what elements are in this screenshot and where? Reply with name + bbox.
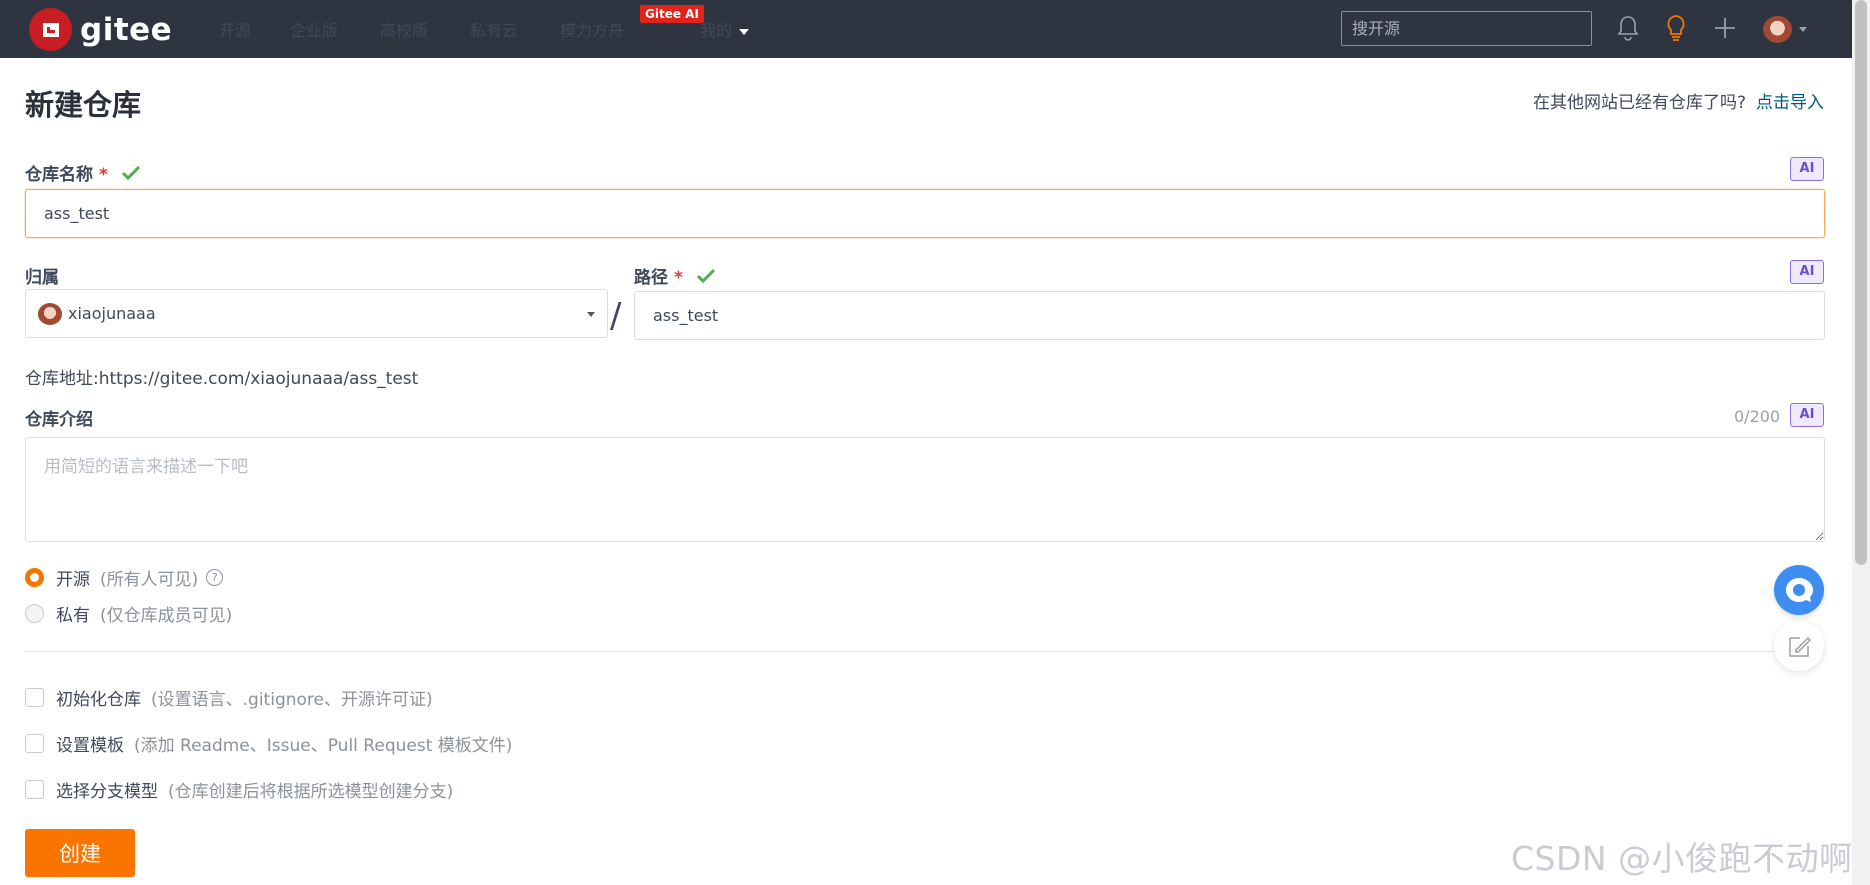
search-input[interactable] (1341, 11, 1592, 46)
owner-name: xiaojunaaa (68, 304, 156, 323)
watermark: CSDN @小俊跑不动啊 (1511, 839, 1853, 878)
gitee-ai-badge: Gitee AI (640, 5, 704, 23)
visibility-hint-private: (仅仓库成员可见) (100, 606, 233, 626)
visibility-hint-public: (所有人可见) (100, 570, 199, 590)
path-separator: / (610, 296, 622, 336)
import-link[interactable]: 点击导入 (1756, 93, 1824, 113)
option-label-branch-model: 选择分支模型 (56, 782, 158, 802)
bell-icon[interactable] (1617, 14, 1639, 46)
option-hint-branch-model: (仓库创建后将根据所选模型创建分支) (168, 782, 454, 802)
nav-item-open-source[interactable]: 开源 (219, 17, 251, 41)
valid-check-icon (696, 268, 715, 288)
nav-item-mine[interactable]: 我的 (700, 17, 750, 41)
nav-item-enterprise[interactable]: 企业版 (290, 17, 338, 41)
plus-icon[interactable] (1714, 16, 1736, 44)
logo-text: gitee (80, 11, 173, 48)
required-mark: * (99, 165, 108, 185)
radio-private[interactable] (25, 604, 44, 623)
assistant-float-button[interactable] (1774, 565, 1824, 615)
import-hint-text: 在其他网站已经有仓库了吗? (1532, 93, 1746, 113)
help-icon[interactable]: ? (206, 569, 224, 586)
nav-item-education[interactable]: 高校版 (380, 17, 428, 41)
option-init-repo[interactable]: 初始化仓库 (设置语言、.gitignore、开源许可证) (25, 685, 433, 710)
chevron-down-icon (587, 312, 595, 317)
option-label-template: 设置模板 (56, 736, 124, 756)
page-title: 新建仓库 (25, 88, 142, 122)
path-input[interactable]: ass_test (634, 291, 1825, 340)
gitee-logo-icon (29, 8, 72, 51)
path-label-text: 路径 (634, 268, 668, 288)
owner-label: 归属 (25, 268, 59, 288)
owner-select[interactable]: xiaojunaaa (25, 289, 608, 338)
path-label: 路径 * (634, 263, 715, 288)
checkbox-init-repo[interactable] (25, 688, 44, 707)
nav-item-moli-fangzhou[interactable]: 模力方舟 (560, 17, 624, 41)
avatar-chevron-down-icon[interactable] (1799, 27, 1807, 32)
chevron-down-icon (739, 28, 750, 35)
visibility-label-private: 私有 (56, 606, 90, 626)
top-navbar: gitee 开源 企业版 高校版 私有云 模力方舟 Gitee AI 我的 (0, 0, 1852, 58)
repo-name-label-text: 仓库名称 (25, 165, 93, 185)
import-hint: 在其他网站已经有仓库了吗? 点击导入 (1533, 88, 1824, 113)
feedback-float-button[interactable] (1774, 621, 1824, 671)
option-template[interactable]: 设置模板 (添加 Readme、Issue、Pull Request 模板文件) (25, 731, 512, 756)
nav-item-private-cloud[interactable]: 私有云 (470, 17, 518, 41)
create-button[interactable]: 创建 (25, 829, 135, 877)
ai-assist-button-path[interactable]: AI (1790, 260, 1824, 284)
char-counter: 0/200 (1734, 407, 1781, 426)
chat-bubble-icon (1786, 578, 1813, 602)
radio-public[interactable] (25, 568, 44, 587)
repo-url: 仓库地址:https://gitee.com/xiaojunaaa/ass_te… (25, 369, 419, 389)
checkbox-branch-model[interactable] (25, 780, 44, 799)
user-avatar[interactable] (1763, 16, 1792, 43)
option-label-init-repo: 初始化仓库 (56, 690, 141, 710)
visibility-option-public[interactable]: 开源 (所有人可见) ? (25, 565, 224, 590)
option-hint-template: (添加 Readme、Issue、Pull Request 模板文件) (134, 736, 513, 756)
gitee-logo[interactable]: gitee (29, 8, 172, 51)
description-label: 仓库介绍 (25, 410, 93, 430)
divider (25, 651, 1825, 652)
owner-avatar (38, 302, 62, 325)
valid-check-icon (121, 165, 140, 185)
visibility-option-private[interactable]: 私有 (仅仓库成员可见) (25, 601, 232, 626)
scrollbar-thumb[interactable] (1855, 0, 1867, 565)
repo-name-label: 仓库名称 * (25, 160, 140, 185)
option-hint-init-repo: (设置语言、.gitignore、开源许可证) (151, 690, 433, 710)
ai-assist-button-name[interactable]: AI (1790, 157, 1824, 181)
lightbulb-icon[interactable] (1665, 14, 1687, 46)
repo-name-input[interactable]: ass_test (25, 189, 1825, 238)
option-branch-model[interactable]: 选择分支模型 (仓库创建后将根据所选模型创建分支) (25, 777, 453, 802)
nav-item-mine-label: 我的 (700, 21, 733, 40)
ai-assist-button-description[interactable]: AI (1790, 403, 1824, 427)
visibility-label-public: 开源 (56, 570, 90, 590)
edit-icon (1789, 636, 1812, 657)
description-textarea[interactable] (25, 437, 1825, 542)
checkbox-template[interactable] (25, 734, 44, 753)
required-mark: * (674, 268, 683, 288)
